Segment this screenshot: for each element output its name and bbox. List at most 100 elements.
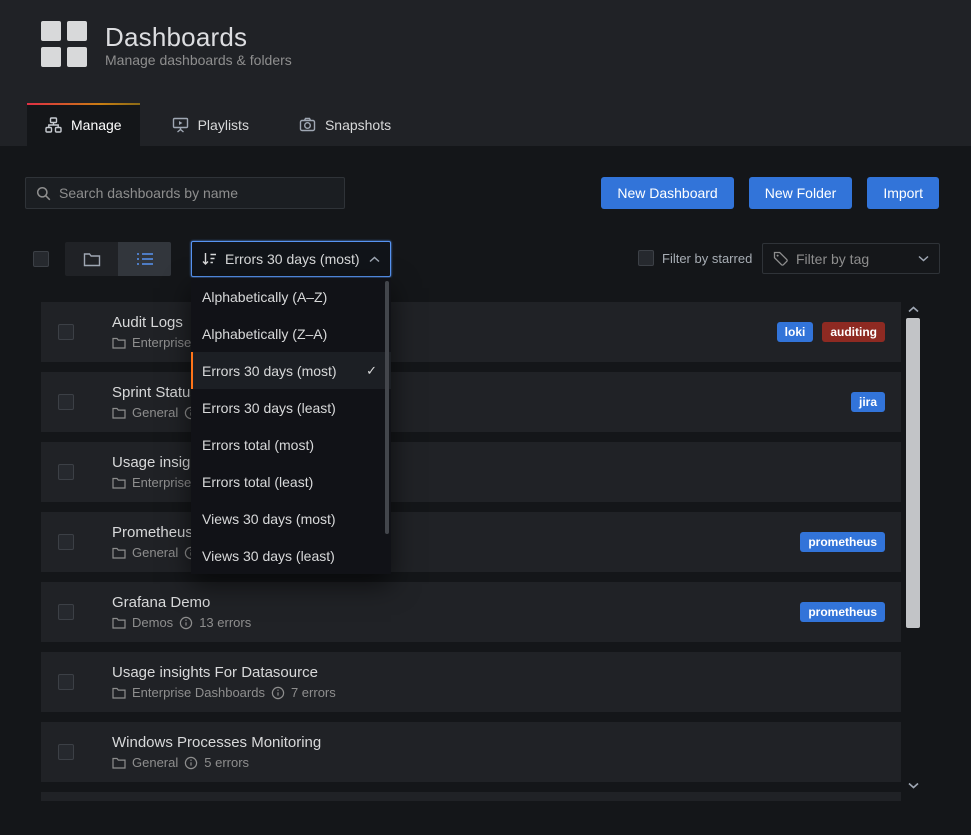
search-input[interactable] [59,185,344,201]
folder-icon [83,252,101,267]
info-circle-icon [271,686,285,700]
search-box [25,177,345,209]
tab-playlists[interactable]: Playlists [154,103,267,146]
tab-label: Manage [71,117,122,133]
tab-label: Snapshots [325,117,391,133]
dashboard-row[interactable]: Audit Logs Enterprise Dashboards lokiaud… [41,302,901,362]
dashboard-row[interactable]: Usage insights For Datasource Enterprise… [41,652,901,712]
dashboard-folder: General [132,405,178,420]
row-checkbox[interactable] [58,464,74,480]
sort-menu-item[interactable]: Alphabetically (A–Z) [191,278,391,315]
sort-menu-item[interactable]: Errors total (least) [191,463,391,500]
filter-starred-label: Filter by starred [662,251,752,266]
dashboard-folder: General [132,755,178,770]
dashboard-row[interactable]: Grafana Demo Demos 13 errors prometheus [41,582,901,642]
dashboard-title: Usage insights For Datasource [112,664,318,681]
tag-badge[interactable]: auditing [822,322,885,342]
sort-select[interactable]: Errors 30 days (most) [191,241,391,277]
folder-icon [112,547,126,559]
dashboard-folder: Enterprise Dashboards [132,685,265,700]
folder-icon [112,477,126,489]
tab-snapshots[interactable]: Snapshots [281,103,409,146]
list-view-button[interactable] [118,242,171,276]
chevron-down-icon [918,255,929,262]
tag-badge[interactable]: jira [851,392,885,412]
sort-menu-item-label: Views 30 days (least) [202,548,335,564]
tabbar: Manage Playlists [27,103,409,146]
sitemap-icon [45,117,62,133]
dashboard-row[interactable]: Sprint Status General jira [41,372,901,432]
sort-menu: Alphabetically (A–Z) Alphabetically (Z–A… [191,278,391,574]
filter-starred-checkbox[interactable] [638,250,654,266]
sort-menu-item[interactable]: Views 30 days (least) [191,537,391,574]
tag-filter-select[interactable]: Filter by tag [762,243,940,274]
row-checkbox[interactable] [58,674,74,690]
tag-badge[interactable]: prometheus [800,532,885,552]
new-dashboard-button[interactable]: New Dashboard [601,177,733,209]
dashboard-row[interactable]: Prometheus General prometheus [41,512,901,572]
sort-menu-item-label: Errors total (least) [202,474,313,490]
row-checkbox[interactable] [58,394,74,410]
dashboard-meta: Demos 13 errors [112,615,251,630]
camera-icon [299,117,316,133]
dashboard-title: Grafana Demo [112,594,210,611]
sort-menu-item-label: Views 30 days (most) [202,511,336,527]
row-checkbox[interactable] [58,604,74,620]
page-header: Dashboards Manage dashboards & folders M… [0,0,971,146]
dashboard-title: Sprint Status [112,384,198,401]
dashboard-row[interactable]: Windows Processes Monitoring General 5 e… [41,722,901,782]
row-checkbox[interactable] [58,744,74,760]
dashboard-tags: jira [851,392,885,412]
search-icon [36,186,51,201]
chevron-up-icon [369,256,380,263]
dashboard-errors: 7 errors [291,685,336,700]
dashboard-list: Audit Logs Enterprise Dashboards lokiaud… [41,302,901,801]
sort-menu-item[interactable]: Alphabetically (Z–A) [191,315,391,352]
sort-menu-item[interactable]: Errors total (most) [191,426,391,463]
dashboards-grid-icon [41,21,87,67]
dashboard-folder: Demos [132,615,173,630]
row-checkbox[interactable] [58,534,74,550]
scroll-up-arrow[interactable] [905,302,921,316]
toolbar-buttons: New Dashboard New Folder Import [601,177,939,209]
tab-manage[interactable]: Manage [27,103,140,146]
folder-view-button[interactable] [65,242,118,276]
tag-badge[interactable]: prometheus [800,602,885,622]
sort-menu-scrollbar-thumb[interactable] [385,281,389,534]
dashboard-row-partial [41,792,901,801]
select-all-checkbox[interactable] [33,251,49,267]
dashboard-title: Audit Logs [112,314,183,331]
dashboard-row[interactable]: Usage insights Enterprise Dashboards [41,442,901,502]
chevron-up-icon [908,306,919,313]
import-button[interactable]: Import [867,177,939,209]
folder-icon [112,757,126,769]
sort-menu-item[interactable]: Views 30 days (most) [191,500,391,537]
row-checkbox[interactable] [58,324,74,340]
dashboard-tags: loki auditing [777,322,885,342]
check-icon: ✓ [366,363,377,379]
folder-icon [112,617,126,629]
dashboard-folder: General [132,545,178,560]
sort-menu-item-label: Alphabetically (A–Z) [202,289,327,305]
tag-badge[interactable]: loki [777,322,814,342]
new-folder-button[interactable]: New Folder [749,177,853,209]
sort-select-value: Errors 30 days (most) [225,251,361,267]
scroll-down-arrow[interactable] [905,778,921,792]
tab-label: Playlists [198,117,249,133]
dashboard-title: Prometheus [112,524,193,541]
list-scrollbar [905,302,921,792]
dashboard-tags: prometheus [800,532,885,552]
dashboards-page: Dashboards Manage dashboards & folders M… [0,0,971,835]
dashboard-meta: Enterprise Dashboards 7 errors [112,685,336,700]
list-icon [136,252,154,266]
sort-menu-item-label: Errors 30 days (least) [202,400,336,416]
info-circle-icon [179,616,193,630]
presentation-play-icon [172,117,189,133]
sort-menu-item[interactable]: Errors 30 days (least) [191,389,391,426]
sort-menu-item-label: Alphabetically (Z–A) [202,326,327,342]
scrollbar-thumb[interactable] [906,318,920,628]
dashboard-tags: prometheus [800,602,885,622]
dashboard-errors: 5 errors [204,755,249,770]
sort-menu-item[interactable]: Errors 30 days (most) ✓ [191,352,391,389]
sort-icon [202,252,217,266]
